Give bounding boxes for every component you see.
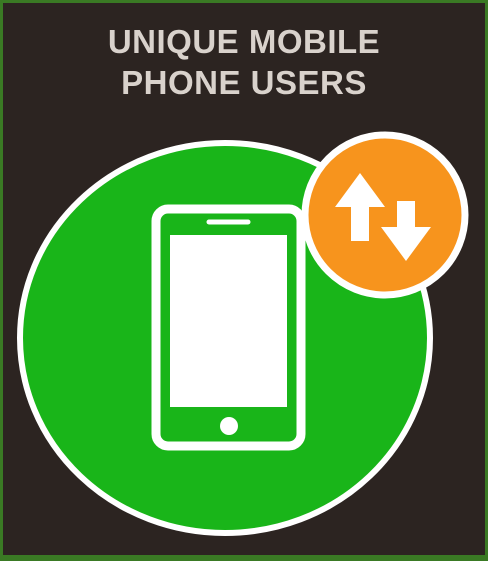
up-down-arrows-icon bbox=[301, 131, 469, 299]
card-illustration bbox=[17, 131, 469, 536]
stat-card: UNIQUE MOBILE PHONE USERS bbox=[3, 3, 485, 555]
